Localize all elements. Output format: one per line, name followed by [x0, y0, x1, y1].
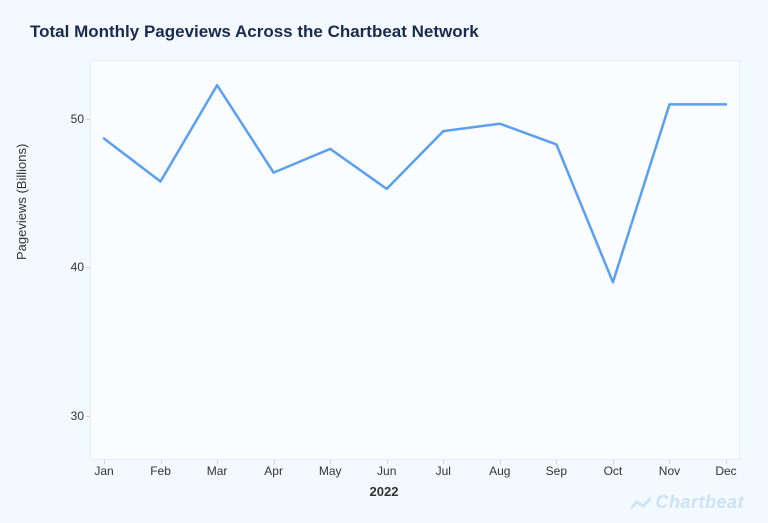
chart-title: Total Monthly Pageviews Across the Chart…	[30, 22, 479, 42]
y-tick-mark	[86, 416, 90, 417]
chartbeat-icon	[631, 496, 651, 510]
x-tick-mark	[500, 460, 501, 464]
y-tick-mark	[86, 267, 90, 268]
x-tick-mark	[104, 460, 105, 464]
chart-container: Total Monthly Pageviews Across the Chart…	[0, 0, 768, 523]
x-tick-label: Nov	[649, 464, 689, 478]
y-tick-label: 30	[44, 409, 84, 423]
x-tick-label: Apr	[254, 464, 294, 478]
x-tick-label: Jul	[423, 464, 463, 478]
x-tick-label: Oct	[593, 464, 633, 478]
y-tick-label: 40	[44, 260, 84, 274]
brand-text: Chartbeat	[655, 492, 744, 513]
x-tick-mark	[613, 460, 614, 464]
y-tick-mark	[86, 119, 90, 120]
x-tick-mark	[161, 460, 162, 464]
y-tick-label: 50	[44, 112, 84, 126]
x-tick-mark	[387, 460, 388, 464]
x-tick-label: Sep	[536, 464, 576, 478]
x-tick-label: Aug	[480, 464, 520, 478]
brand-logo: Chartbeat	[631, 492, 744, 513]
x-tick-mark	[443, 460, 444, 464]
line-series	[90, 60, 740, 460]
x-tick-label: Mar	[197, 464, 237, 478]
x-tick-label: Jan	[84, 464, 124, 478]
x-tick-mark	[330, 460, 331, 464]
x-tick-mark	[217, 460, 218, 464]
x-tick-mark	[726, 460, 727, 464]
x-tick-label: Jun	[367, 464, 407, 478]
x-tick-label: May	[310, 464, 350, 478]
y-axis-label: Pageviews (Billions)	[14, 144, 29, 260]
x-tick-label: Feb	[141, 464, 181, 478]
x-tick-mark	[556, 460, 557, 464]
x-tick-mark	[274, 460, 275, 464]
x-tick-label: Dec	[706, 464, 746, 478]
x-tick-mark	[669, 460, 670, 464]
